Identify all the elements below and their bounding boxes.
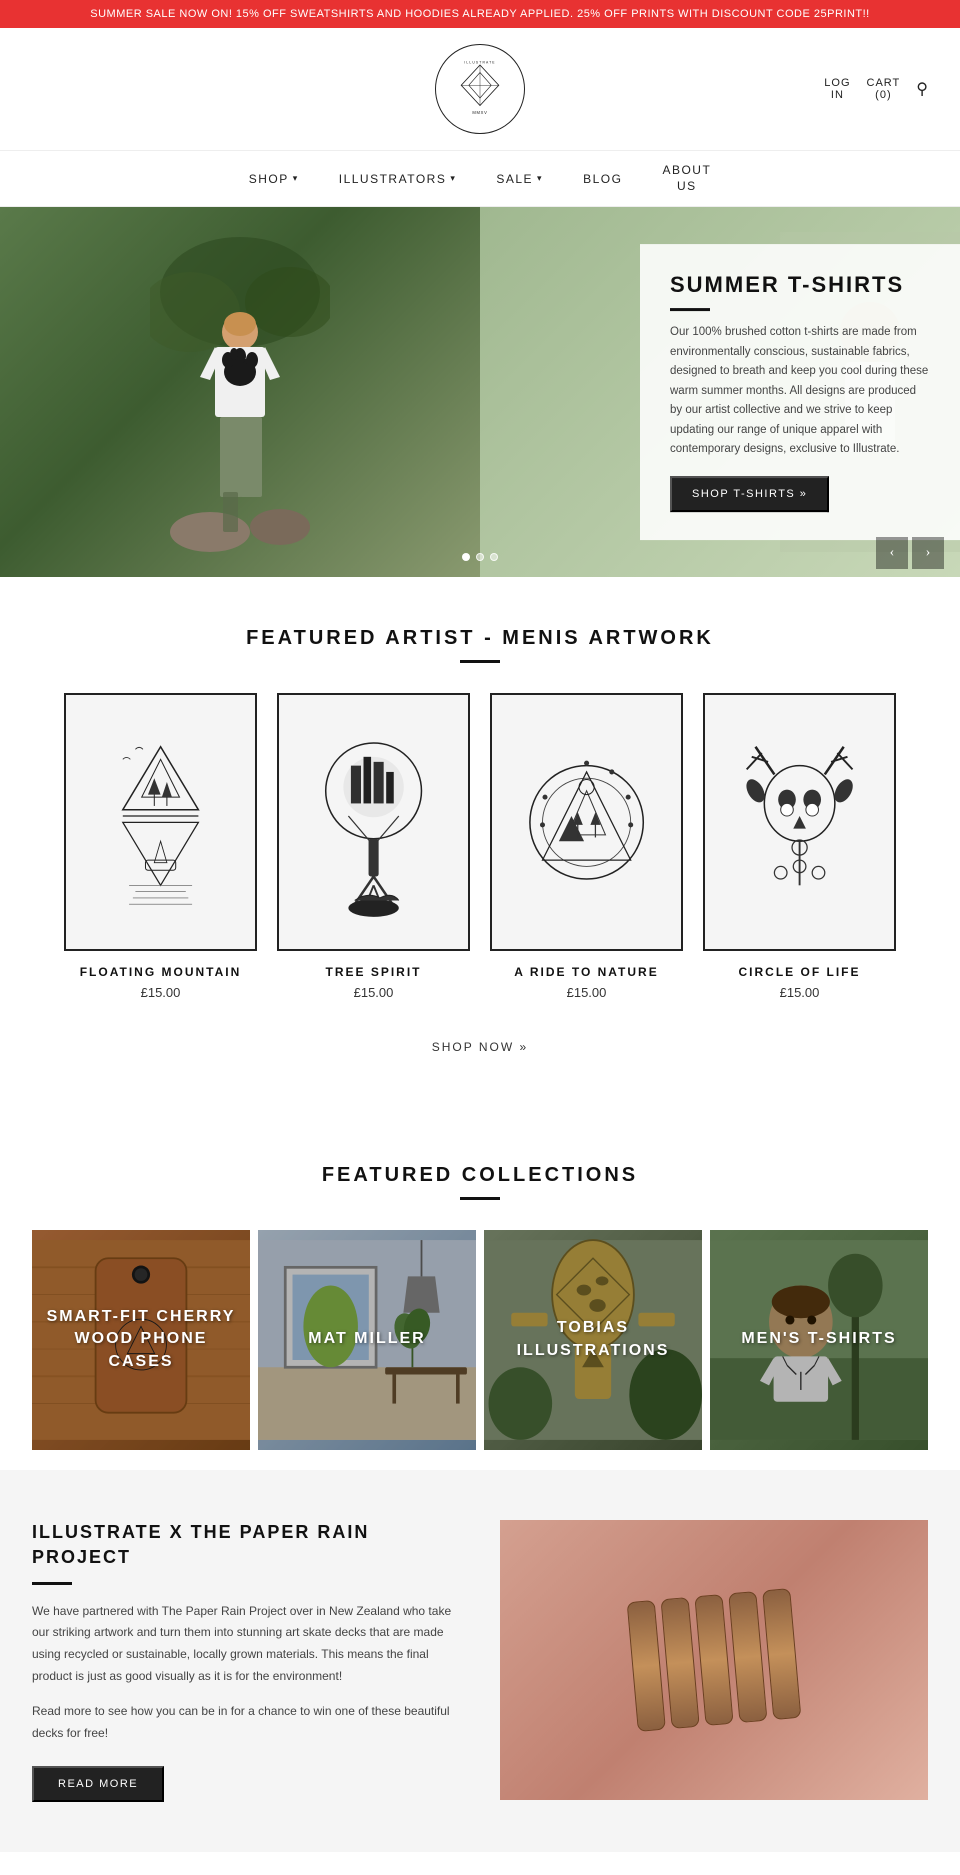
collection-card-cherry-wood[interactable]: SMART-FIT CHERRY WOOD PHONE CASES	[32, 1230, 250, 1450]
collection-label: TOBIAS ILLUSTRATIONS	[484, 1307, 702, 1372]
slider-dot-3[interactable]	[490, 553, 498, 561]
login-button[interactable]: LOG IN	[824, 77, 850, 101]
slider-dot-1[interactable]	[462, 553, 470, 561]
logo[interactable]: MMXV ILLUSTRATE	[435, 44, 525, 134]
skateboard-1	[627, 1599, 666, 1731]
collections-grid: SMART-FIT CHERRY WOOD PHONE CASES	[32, 1230, 928, 1450]
nav-item-shop[interactable]: SHOP ▾	[249, 172, 299, 186]
sale-banner: SUMMER SALE NOW ON! 15% OFF SWEATSHIRTS …	[0, 0, 960, 28]
collection-overlay: TOBIAS ILLUSTRATIONS	[484, 1230, 702, 1450]
skateboard-2	[661, 1597, 700, 1729]
featured-artist-title: FEATURED ARTIST - MENIS ARTWORK	[32, 627, 928, 650]
sale-banner-text: SUMMER SALE NOW ON! 15% OFF SWEATSHIRTS …	[90, 8, 870, 20]
product-name: A RIDE TO NATURE	[490, 965, 683, 979]
shop-now-link[interactable]: SHOP NOW »	[32, 1020, 928, 1094]
products-grid: FLOATING MOUNTAIN £15.00	[32, 693, 928, 999]
hero-right-panel: SUMMER T-SHIRTS Our 100% brushed cotton …	[480, 207, 960, 577]
skateboard-4	[728, 1591, 767, 1723]
product-name: TREE SPIRIT	[277, 965, 470, 979]
slider-dots	[462, 553, 498, 561]
collection-overlay: SMART-FIT CHERRY WOOD PHONE CASES	[32, 1230, 250, 1450]
product-card-ride-to-nature[interactable]: A RIDE TO NATURE £15.00	[490, 693, 683, 999]
paper-rain-paragraph2: Read more to see how you can be in for a…	[32, 1701, 460, 1744]
product-card-circle-of-life[interactable]: CIRCLE OF LIFE £15.00	[703, 693, 896, 999]
hero-divider	[670, 308, 710, 311]
hero-left-image	[0, 207, 480, 577]
collection-label: MEN'S T-SHIRTS	[731, 1318, 906, 1360]
product-card-floating-mountain[interactable]: FLOATING MOUNTAIN £15.00	[64, 693, 257, 999]
product-price: £15.00	[703, 985, 896, 1000]
svg-text:ILLUSTRATE: ILLUSTRATE	[464, 61, 495, 65]
product-name: FLOATING MOUNTAIN	[64, 965, 257, 979]
prev-arrow[interactable]: ‹	[876, 537, 908, 569]
header-actions: LOG IN CART (0) ⚲	[824, 77, 928, 101]
hero-content-box: SUMMER T-SHIRTS Our 100% brushed cotton …	[640, 244, 960, 540]
header: MMXV ILLUSTRATE LOG IN CART (0) ⚲	[0, 28, 960, 150]
chevron-down-icon: ▾	[450, 173, 456, 184]
featured-collections-section: FEATURED COLLECTIONS	[0, 1124, 960, 1450]
paper-rain-paragraph1: We have partnered with The Paper Rain Pr…	[32, 1601, 460, 1687]
product-image-floating-mountain	[64, 693, 257, 950]
chevron-down-icon: ▾	[293, 173, 299, 184]
collection-overlay: MEN'S T-SHIRTS	[710, 1230, 928, 1450]
collection-overlay: MAT MILLER	[258, 1230, 476, 1450]
collection-label: MAT MILLER	[298, 1318, 435, 1360]
product-name: CIRCLE OF LIFE	[703, 965, 896, 979]
product-price: £15.00	[277, 985, 470, 1000]
svg-text:MMXV: MMXV	[472, 110, 487, 115]
nav-item-illustrators[interactable]: ILLUSTRATORS ▾	[339, 172, 457, 186]
nav-item-blog[interactable]: BLOG	[583, 172, 622, 186]
chevron-down-icon: ▾	[537, 173, 543, 184]
next-arrow[interactable]: ›	[912, 537, 944, 569]
skateboard-3	[694, 1594, 733, 1726]
collection-card-mens-tshirts[interactable]: MEN'S T-SHIRTS	[710, 1230, 928, 1450]
nav-item-sale[interactable]: SALE ▾	[496, 172, 543, 186]
main-nav: SHOP ▾ ILLUSTRATORS ▾ SALE ▾ BLOG ABOUTU…	[0, 150, 960, 207]
product-price: £15.00	[490, 985, 683, 1000]
read-more-button[interactable]: READ MORE	[32, 1766, 164, 1802]
hero-slider: SUMMER T-SHIRTS Our 100% brushed cotton …	[0, 207, 960, 577]
product-card-tree-spirit[interactable]: TREE SPIRIT £15.00	[277, 693, 470, 999]
product-price: £15.00	[64, 985, 257, 1000]
paper-rain-text: ILLUSTRATE X THE PAPER RAIN PROJECT We h…	[32, 1520, 460, 1803]
paper-rain-section: ILLUSTRATE X THE PAPER RAIN PROJECT We h…	[0, 1470, 960, 1853]
logo-circle: MMXV ILLUSTRATE	[435, 44, 525, 134]
featured-artist-section: FEATURED ARTIST - MENIS ARTWORK	[0, 577, 960, 1123]
featured-collections-title: FEATURED COLLECTIONS	[32, 1164, 928, 1187]
paper-rain-image	[500, 1520, 928, 1800]
section-divider	[460, 1197, 500, 1200]
slider-dot-2[interactable]	[476, 553, 484, 561]
slider-arrows: ‹ ›	[876, 537, 944, 569]
product-image-ride-to-nature	[490, 693, 683, 950]
skateboard-art	[627, 1588, 802, 1732]
cart-button[interactable]: CART (0)	[867, 77, 901, 101]
skateboard-5	[762, 1588, 801, 1720]
collection-card-mat-miller[interactable]: MAT MILLER	[258, 1230, 476, 1450]
hero-description: Our 100% brushed cotton t-shirts are mad…	[670, 323, 930, 460]
paper-rain-title: ILLUSTRATE X THE PAPER RAIN PROJECT	[32, 1520, 460, 1570]
section-divider	[460, 660, 500, 663]
search-icon[interactable]: ⚲	[916, 79, 928, 99]
product-image-tree-spirit	[277, 693, 470, 950]
collection-card-tobias[interactable]: TOBIAS ILLUSTRATIONS	[484, 1230, 702, 1450]
text-divider	[32, 1582, 72, 1585]
nav-item-about-us[interactable]: ABOUTUS	[662, 163, 711, 194]
shop-tshirts-button[interactable]: SHOP T-SHIRTS »	[670, 476, 829, 512]
collection-label: SMART-FIT CHERRY WOOD PHONE CASES	[32, 1296, 250, 1383]
product-image-circle-of-life	[703, 693, 896, 950]
hero-title: SUMMER T-SHIRTS	[670, 272, 930, 298]
